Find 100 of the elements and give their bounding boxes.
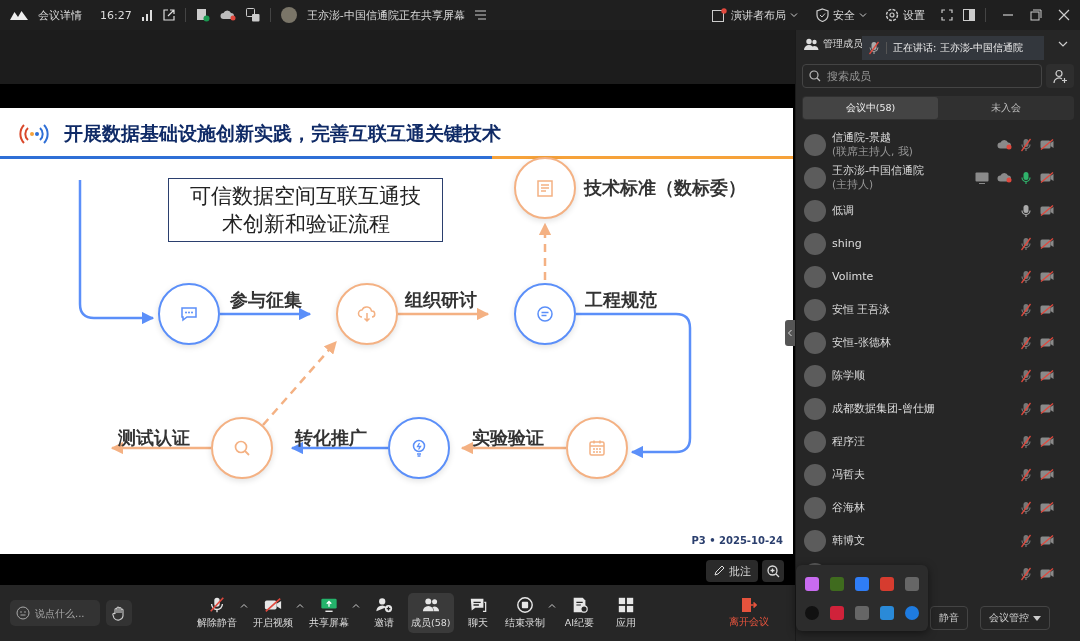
chevron-left-icon [787, 329, 793, 337]
close-icon[interactable] [1058, 9, 1070, 21]
layout-icon [712, 8, 727, 22]
camera-off-icon[interactable] [1040, 436, 1054, 447]
mic-muted-icon[interactable] [1020, 467, 1032, 482]
microphone-icon[interactable] [1020, 170, 1032, 185]
camera-off-icon[interactable] [1040, 337, 1054, 348]
app-icon[interactable] [804, 575, 821, 592]
mic-muted-icon[interactable] [1020, 368, 1032, 383]
chat-bubble-icon [179, 304, 199, 324]
fullscreen-icon[interactable] [941, 9, 953, 21]
step-label: 测试认证 [118, 426, 190, 450]
mic-muted-icon[interactable] [1020, 236, 1032, 251]
caret-icon[interactable] [352, 603, 360, 609]
caret-icon[interactable] [547, 603, 556, 609]
member-tab[interactable]: 未入会 [938, 97, 1073, 119]
member-role: (联席主持人, 我) [832, 145, 914, 159]
camera-off-icon[interactable] [1040, 172, 1054, 183]
external-link-icon[interactable] [162, 9, 175, 21]
mic-muted-icon[interactable] [1020, 533, 1032, 548]
chevron-down-icon[interactable] [1058, 41, 1068, 47]
camera-off-icon[interactable] [1040, 370, 1054, 381]
app-icon[interactable] [854, 575, 870, 592]
member-name: 信通院-景越 [832, 130, 892, 145]
calendar-icon [587, 438, 607, 458]
member-name: 成都数据集团-曾仕姗 [832, 401, 936, 416]
list-icon[interactable] [474, 10, 486, 20]
apps-grid-icon [616, 596, 635, 614]
search-icon [232, 438, 252, 458]
camera-off-icon[interactable] [1040, 502, 1054, 513]
mic-muted-icon[interactable] [1020, 434, 1032, 449]
camera-off-icon[interactable] [1040, 304, 1054, 315]
sidebar-toggle-icon[interactable] [963, 9, 975, 21]
avatar [280, 7, 297, 23]
logo-icon [10, 10, 28, 20]
document-icon [535, 178, 555, 198]
annotate-button[interactable]: 批注 [706, 560, 758, 582]
mic-muted-icon[interactable] [1020, 335, 1032, 350]
raise-hand-button[interactable] [106, 600, 132, 626]
app-icon[interactable] [903, 575, 920, 592]
member-name: 谷海林 [832, 500, 866, 515]
leave-meeting-button[interactable]: 离开会议 [723, 596, 775, 630]
step-label: 转化推广 [295, 426, 367, 450]
member-tab[interactable]: 会议中(58) [803, 97, 938, 119]
zoom-in-icon [766, 564, 780, 578]
camera-off-icon[interactable] [1040, 535, 1054, 546]
mic-muted-icon[interactable] [1020, 302, 1032, 317]
collapse-handle[interactable] [785, 320, 795, 346]
toolbar-button[interactable]: 解除静音 [194, 593, 240, 633]
toolbar-button[interactable]: 成员(58) [408, 593, 454, 633]
member-role: (主持人) [832, 178, 875, 192]
camera-off-icon[interactable] [1040, 238, 1054, 249]
translate-icon[interactable] [245, 8, 260, 22]
cloud-recording-icon[interactable] [219, 9, 236, 21]
mic-muted-icon[interactable] [1020, 500, 1032, 515]
microphone-icon[interactable] [1020, 203, 1032, 218]
mute-button[interactable]: 静音 [930, 606, 968, 630]
mic-muted-icon[interactable] [1020, 566, 1032, 581]
security-menu[interactable]: 安全 [816, 7, 867, 23]
toolbar-button[interactable]: 应用 [603, 593, 648, 633]
member-name: 陈学顺 [832, 368, 866, 383]
caret-icon[interactable] [240, 603, 248, 609]
mic-muted-icon[interactable] [1020, 269, 1032, 284]
meeting-control-button[interactable]: 会议管控 [980, 606, 1050, 630]
member-name: 王亦澎-中国信通院 [832, 163, 925, 178]
toolbar-button[interactable]: 邀请 [362, 593, 406, 633]
mic-muted-icon[interactable] [1020, 401, 1032, 416]
settings-button[interactable]: 设置 [885, 7, 925, 23]
camera-off-icon[interactable] [1040, 271, 1054, 282]
camera-off-icon[interactable] [1040, 205, 1054, 216]
add-member-button[interactable] [1046, 64, 1074, 88]
member-name: 程序汪 [832, 434, 866, 449]
cloud-download-icon [357, 304, 377, 324]
record-stop-icon [515, 596, 534, 614]
camera-off-icon[interactable] [1040, 568, 1054, 579]
camera-off-icon[interactable] [1040, 139, 1054, 150]
broadcast-icon [16, 123, 52, 145]
app-icon[interactable] [854, 604, 870, 621]
app-icon[interactable] [829, 604, 846, 621]
shield-icon [816, 8, 829, 22]
camera-off-icon[interactable] [1040, 469, 1054, 480]
document-icon[interactable] [195, 8, 210, 22]
toolbar-button[interactable]: 共享屏幕 [306, 593, 352, 633]
meeting-details-label[interactable]: 会议详情 [38, 7, 82, 23]
toolbar-button[interactable]: 开启视频 [250, 593, 296, 633]
dashed-arrow [538, 222, 552, 280]
camera-off-icon[interactable] [1040, 403, 1054, 414]
restore-icon[interactable] [1030, 9, 1042, 21]
search-field[interactable]: 搜索成员 [802, 64, 1042, 88]
caret-icon[interactable] [296, 603, 304, 609]
toolbar-button[interactable]: 结束录制 [501, 593, 548, 633]
zoom-in-button[interactable] [762, 560, 784, 582]
chat-input[interactable]: 说点什么... [10, 600, 100, 626]
mic-muted-icon [208, 596, 226, 614]
toolbar-button[interactable]: 聊天 [455, 593, 500, 633]
app-icon[interactable] [878, 575, 895, 592]
toolbar-button[interactable]: AI纪要 [557, 593, 602, 633]
step-label: 技术标准（数标委） [584, 176, 746, 200]
mic-muted-icon[interactable] [1020, 137, 1032, 152]
layout-menu[interactable]: 演讲者布局 [712, 7, 798, 23]
